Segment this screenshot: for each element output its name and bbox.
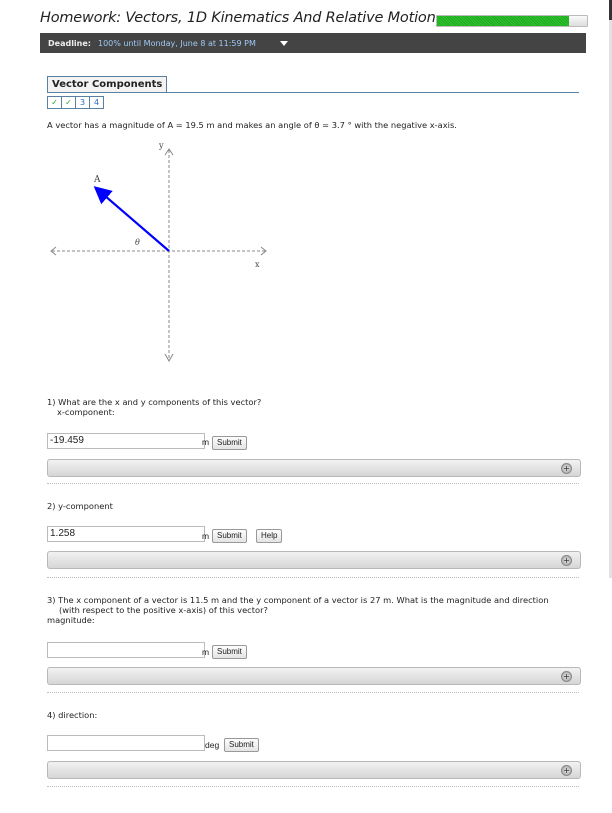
question-4-unit: deg [205,740,220,750]
section-divider [47,92,579,93]
question-3-line2: (with respect to the positive x-axis) of… [59,605,268,615]
question-2-feedback-bar[interactable]: + [47,551,581,569]
question-3-line1: 3) The x component of a vector is 11.5 m… [47,595,549,605]
question-1-line2: x-component: [57,407,115,417]
y-component-input[interactable] [47,526,205,542]
vector-a-arrow [93,186,170,252]
divider [47,577,579,578]
question-2-help-button[interactable]: Help [256,529,283,543]
divider [47,483,579,484]
vector-diagram: A θ x y [50,141,267,363]
question-4-submit-button[interactable]: Submit [224,738,259,752]
y-axis-label: y [158,141,164,150]
question-nav-3[interactable]: 3 [75,96,90,109]
question-1-line1: 1) What are the x and y components of th… [47,397,262,407]
magnitude-input[interactable] [47,642,205,658]
divider [47,786,579,787]
question-4-prompt: 4) direction: [47,710,98,720]
question-1-prompt: 1) What are the x and y components of th… [47,397,261,417]
x-component-input[interactable] [47,433,205,449]
progress-fill [437,16,569,26]
assignment-progress-bar [436,15,588,27]
question-1-feedback-bar[interactable]: + [47,459,581,477]
deadline-bar: Deadline: 100% until Monday, June 8 at 1… [40,33,586,53]
angle-label: θ [135,238,140,247]
question-3-line3: magnitude: [47,615,95,625]
divider [47,692,579,693]
expand-plus-icon[interactable]: + [561,555,572,566]
expand-plus-icon[interactable]: + [561,765,572,776]
question-4-feedback-bar[interactable]: + [47,761,581,779]
question-3-prompt: 3) The x component of a vector is 11.5 m… [47,595,592,625]
caret-down-icon[interactable] [280,41,288,46]
question-3-unit: m [202,647,210,657]
question-1-submit-button[interactable]: Submit [212,436,247,450]
deadline-label: Deadline: [48,39,91,48]
question-nav-1-check-icon[interactable]: ✓ [47,96,62,109]
question-3-feedback-bar[interactable]: + [47,667,581,685]
vector-label: A [93,175,101,185]
question-2-submit-button[interactable]: Submit [212,529,247,543]
question-2-prompt: 2) y-component [47,501,113,511]
x-axis-label: x [255,260,260,269]
deadline-value: 100% until Monday, June 8 at 11:59 PM [98,39,256,48]
question-2-unit: m [202,531,210,541]
section-title: Vector Components [47,76,168,92]
question-3-submit-button[interactable]: Submit [212,645,247,659]
problem-statement: A vector has a magnitude of A = 19.5 m a… [47,120,457,130]
question-1-unit: m [202,437,210,447]
question-nav-2-check-icon[interactable]: ✓ [61,96,76,109]
expand-plus-icon[interactable]: + [561,463,572,474]
direction-input[interactable] [47,735,205,751]
assignment-title: Homework: Vectors, 1D Kinematics And Rel… [40,10,436,26]
question-navigation: ✓ ✓ 3 4 [47,96,104,109]
expand-plus-icon[interactable]: + [561,671,572,682]
question-nav-4[interactable]: 4 [89,96,104,109]
